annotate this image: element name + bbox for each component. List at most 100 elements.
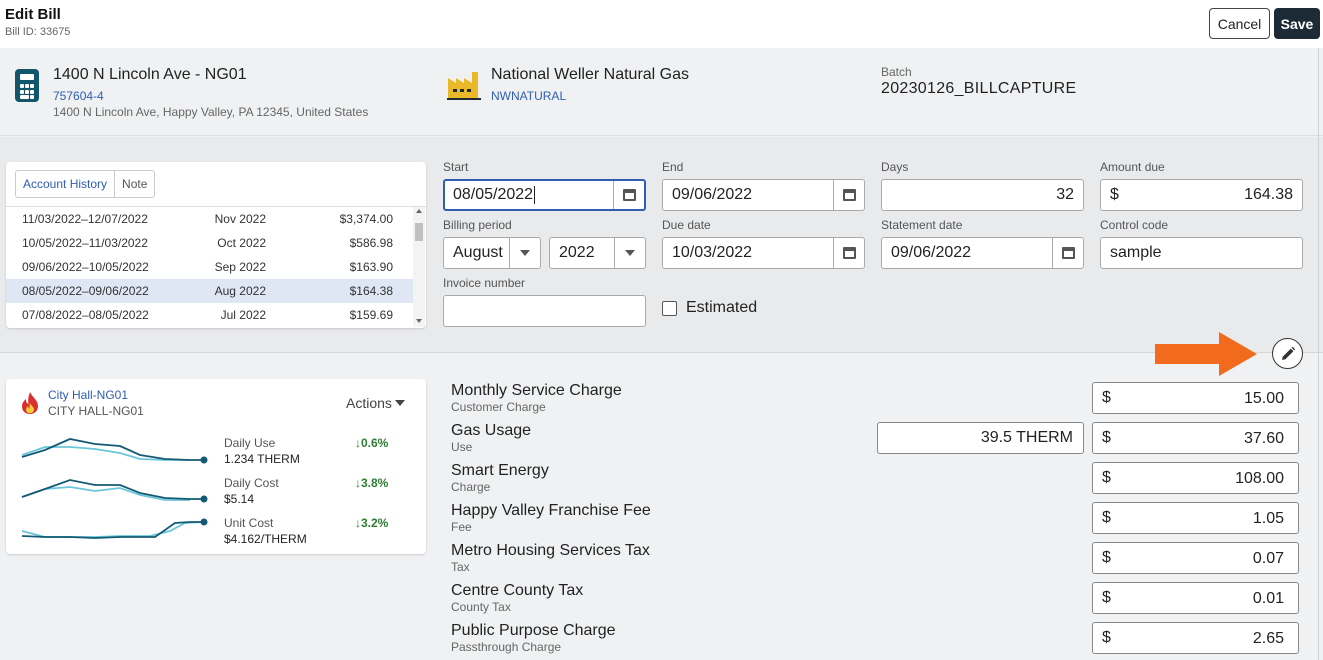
metric-value: $4.162/THERM: [224, 532, 307, 546]
scroll-down-icon[interactable]: [416, 319, 422, 323]
actions-label: Actions: [346, 395, 392, 411]
metric-change: ↓0.6%: [355, 436, 389, 450]
charge-item: Monthly Service Charge Customer Charge: [451, 382, 622, 414]
charge-amount-field[interactable]: $37.60: [1092, 422, 1299, 454]
charge-type: Fee: [451, 520, 472, 534]
charge-amount-field[interactable]: $15.00: [1092, 382, 1299, 414]
charge-type: Passthrough Charge: [451, 640, 562, 654]
unit-cost-sparkline: [21, 518, 208, 539]
meter-name-link[interactable]: City Hall-NG01: [48, 388, 128, 402]
charge-item: Public Purpose Charge Passthrough Charge: [451, 622, 616, 654]
end-calendar-button[interactable]: [833, 180, 864, 210]
scroll-thumb[interactable]: [415, 223, 423, 241]
charge-name: Public Purpose Charge: [451, 622, 616, 639]
charge-amount-field[interactable]: $0.07: [1092, 542, 1299, 574]
daily-cost-sparkline: [21, 479, 208, 503]
metric-change: ↓3.2%: [355, 516, 389, 530]
chevron-down-icon: [625, 250, 635, 256]
currency-symbol: $: [1102, 469, 1111, 486]
save-button[interactable]: Save: [1274, 8, 1320, 39]
start-calendar-button[interactable]: [613, 181, 644, 209]
due-calendar-button[interactable]: [833, 238, 864, 268]
history-range: 08/05/2022–09/06/2022: [22, 284, 149, 298]
metric-change: ↓3.8%: [355, 476, 389, 490]
usage-value: 39.5 THERM: [980, 429, 1073, 446]
control-code-value: sample: [1110, 244, 1162, 261]
scroll-up-icon[interactable]: [416, 209, 422, 213]
charge-amount-field[interactable]: $2.65: [1092, 622, 1299, 654]
charge-item: Happy Valley Franchise Fee Fee: [451, 502, 651, 534]
amount-due-field[interactable]: $ 164.38: [1100, 179, 1303, 211]
invoice-number-field[interactable]: [443, 295, 646, 327]
history-period: Nov 2022: [214, 212, 266, 226]
billing-year-select[interactable]: 2022: [549, 237, 646, 269]
account-number-link[interactable]: 757604-4: [53, 89, 104, 103]
history-row[interactable]: 11/03/2022–12/07/2022 Nov 2022 $3,374.00: [6, 207, 413, 231]
history-period: Jul 2022: [220, 308, 266, 322]
history-scrollbar[interactable]: [413, 207, 425, 327]
charge-amount: 1.05: [1252, 510, 1284, 527]
pencil-icon: [1281, 346, 1295, 360]
vendor-name: National Weller Natural Gas: [491, 66, 690, 83]
charge-type: Customer Charge: [451, 400, 546, 414]
vendor-code-link[interactable]: NWNATURAL: [491, 89, 566, 103]
history-row[interactable]: 10/05/2022–11/03/2022 Oct 2022 $586.98: [6, 231, 413, 255]
history-amount: $3,374.00: [339, 212, 393, 226]
edit-charges-button[interactable]: [1272, 338, 1303, 369]
history-row[interactable]: 09/06/2022–10/05/2022 Sep 2022 $163.90: [6, 255, 413, 279]
metric-label: Daily Use: [224, 436, 276, 450]
history-row[interactable]: 07/08/2022–08/05/2022 Jul 2022 $159.69: [6, 303, 413, 327]
statement-calendar-button[interactable]: [1052, 238, 1083, 268]
month-dropdown-button[interactable]: [509, 238, 540, 268]
charge-name: Happy Valley Franchise Fee: [451, 502, 651, 519]
history-period: Oct 2022: [217, 236, 266, 250]
currency-symbol: $: [1102, 589, 1111, 606]
currency-symbol: $: [1110, 186, 1119, 203]
text-cursor: [534, 186, 536, 204]
control-code-label: Control code: [1100, 218, 1169, 232]
daily-use-sparkline: [21, 438, 208, 464]
calendar-icon: [842, 189, 856, 201]
calculator-icon: [15, 69, 39, 102]
history-row-selected[interactable]: 08/05/2022–09/06/2022 Aug 2022 $164.38: [6, 279, 413, 303]
charge-type: Tax: [451, 560, 470, 574]
calendar-icon: [622, 189, 636, 201]
charge-name: Metro Housing Services Tax: [451, 542, 650, 559]
billing-month-select[interactable]: August: [443, 237, 541, 269]
amount-due-value: 164.38: [1244, 186, 1293, 203]
control-code-field[interactable]: sample: [1100, 237, 1303, 269]
end-date-field[interactable]: 09/06/2022: [662, 179, 865, 211]
page-scrollbar[interactable]: [1318, 48, 1319, 660]
statement-date-label: Statement date: [881, 218, 963, 232]
chevron-down-icon: [394, 400, 405, 406]
calendar-icon: [842, 247, 856, 259]
actions-dropdown[interactable]: Actions: [346, 395, 405, 411]
tab-note[interactable]: Note: [115, 171, 154, 197]
charge-amount-field[interactable]: $108.00: [1092, 462, 1299, 494]
charge-type: County Tax: [451, 600, 511, 614]
metric-value: 1.234 THERM: [224, 452, 300, 466]
location-name: 1400 N Lincoln Ave - NG01: [53, 66, 247, 83]
tab-account-history[interactable]: Account History: [16, 171, 116, 197]
cancel-button[interactable]: Cancel: [1209, 8, 1270, 39]
bill-id: Bill ID: 33675: [5, 26, 71, 38]
year-dropdown-button[interactable]: [614, 238, 645, 268]
charge-amount-field[interactable]: $1.05: [1092, 502, 1299, 534]
batch-value: 20230126_BILLCAPTURE: [881, 80, 1077, 97]
history-tabs: Account History Note: [15, 170, 156, 198]
calendar-icon: [1061, 247, 1075, 259]
currency-symbol: $: [1102, 429, 1111, 446]
estimated-checkbox[interactable]: [662, 301, 677, 316]
history-period: Sep 2022: [214, 260, 266, 274]
top-bar: [0, 0, 1323, 48]
charge-amount-field[interactable]: $0.01: [1092, 582, 1299, 614]
days-value: 32: [1056, 186, 1074, 203]
charge-amount: 15.00: [1243, 390, 1284, 407]
start-date-field[interactable]: 08/05/2022: [443, 179, 646, 211]
usage-field[interactable]: 39.5 THERM: [877, 422, 1084, 454]
due-date-field[interactable]: 10/03/2022: [662, 237, 865, 269]
statement-date-field[interactable]: 09/06/2022: [881, 237, 1084, 269]
billing-period-label: Billing period: [443, 218, 512, 232]
currency-symbol: $: [1102, 389, 1111, 406]
days-field[interactable]: 32: [881, 179, 1084, 211]
